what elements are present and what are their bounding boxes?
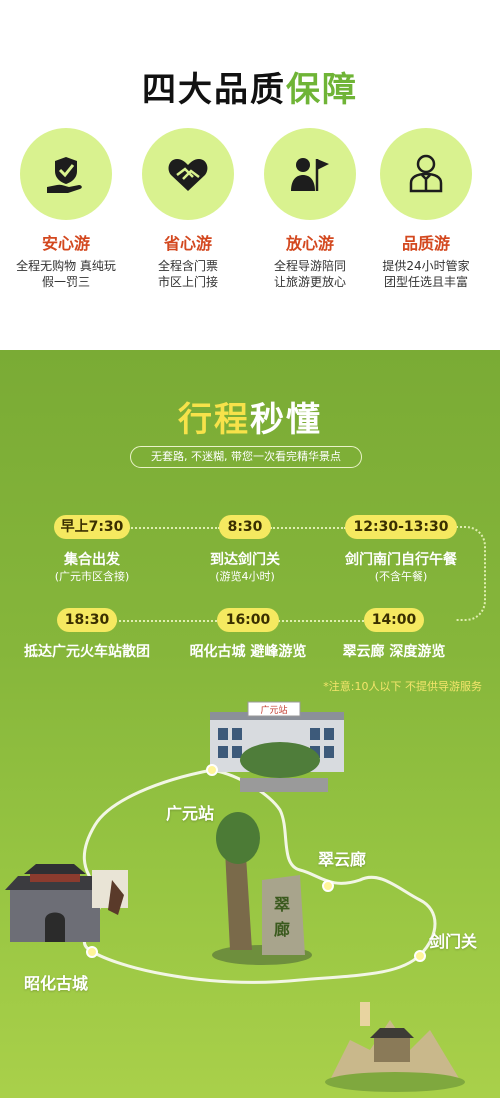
route-point (322, 880, 334, 892)
guarantee-item: 安心游 全程无购物 真纯玩 假一罚三 (6, 128, 126, 290)
guarantee-section: 四大品质保障 安心游 全程无购物 真纯玩 假一罚三 省心游 全程含门票 市区上门接 (0, 0, 500, 350)
guarantee-desc: 全程导游陪同 让旅游更放心 (273, 259, 346, 289)
map-label-cuiyunlang: 翠云廊 (318, 850, 367, 869)
jianmenguan-illustration (325, 1002, 465, 1092)
svg-text:廊: 廊 (274, 920, 290, 939)
station-illustration: 广元站 (210, 701, 344, 792)
guarantee-item: 放心游 全程导游陪同 让旅游更放心 (250, 128, 370, 290)
route-point (206, 764, 218, 776)
guarantee-name: 省心游 (163, 234, 212, 253)
heart-handshake-icon (142, 128, 234, 220)
guarantee-item: 省心游 全程含门票 市区上门接 (128, 128, 248, 290)
map-label-zhaohua: 昭化古城 (24, 974, 89, 993)
guarantee-item: 品质游 提供24小时管家 团型任选且丰富 (366, 128, 486, 290)
route-point (86, 946, 98, 958)
map-label-jianmenguan: 剑门关 (429, 932, 478, 951)
page: 四大品质保障 安心游 全程无购物 真纯玩 假一罚三 省心游 全程含门票 市区上门接 (0, 0, 500, 1098)
guide-flag-icon (264, 128, 356, 220)
svg-text:翠: 翠 (274, 895, 290, 914)
zhaohua-illustration (5, 864, 128, 942)
cuiyunlang-illustration: 翠 廊 (212, 812, 312, 965)
title-highlight: 保障 (286, 70, 358, 110)
route-point (414, 950, 426, 962)
title-main: 四大品质 (142, 70, 286, 110)
guarantee-name: 安心游 (41, 234, 90, 253)
hand-shield-icon (20, 128, 112, 220)
guarantee-title: 四大品质保障 (0, 62, 500, 111)
guarantee-desc: 全程无购物 真纯玩 假一罚三 (16, 259, 116, 289)
map-label-guangyuan-station: 广元站 (166, 804, 215, 823)
svg-text:广元站: 广元站 (260, 704, 287, 716)
guarantee-desc: 全程含门票 市区上门接 (157, 259, 218, 289)
guarantee-name: 放心游 (285, 234, 334, 253)
guarantee-desc: 提供24小时管家 团型任选且丰富 (382, 259, 470, 289)
guarantee-name: 品质游 (401, 234, 450, 253)
butler-icon (380, 128, 472, 220)
